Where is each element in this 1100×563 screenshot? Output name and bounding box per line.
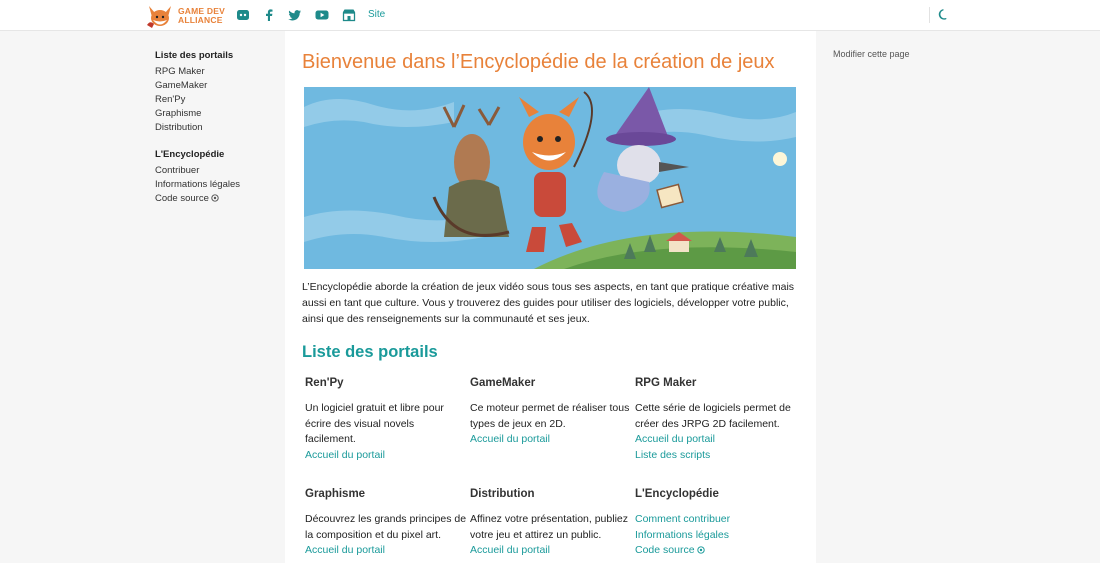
portal-title: Ren'Py <box>305 377 344 389</box>
youtube-icon[interactable] <box>315 8 329 22</box>
portal-link-code-source[interactable]: Code source <box>635 543 797 559</box>
fox-logo-icon <box>147 6 171 28</box>
portal-description: Affinez votre présentation, publiez votr… <box>470 513 628 541</box>
page-title: Bienvenue dans l’Encyclopédie de la créa… <box>302 51 775 73</box>
top-navbar: GAME DEV ALLIANCE Site <box>0 0 1100 31</box>
sidebar-item-rpg-maker[interactable]: RPG Maker <box>155 65 280 79</box>
portal-link-scripts[interactable]: Liste des scripts <box>635 448 797 464</box>
portal-title: GameMaker <box>470 377 536 389</box>
sidebar-heading-encyclopedie: L'Encyclopédie <box>155 149 225 160</box>
portal-link-code-source-label: Code source <box>635 544 695 556</box>
github-icon <box>211 194 219 202</box>
portal-title: Graphisme <box>305 488 366 500</box>
portal-link-accueil[interactable]: Accueil du portail <box>305 448 467 464</box>
logo-wordmark: GAME DEV ALLIANCE <box>178 7 225 25</box>
sidebar-item-distribution[interactable]: Distribution <box>155 121 280 135</box>
sidebar-item-gamemaker[interactable]: GameMaker <box>155 79 280 93</box>
sidebar-item-code-source-label: Code source <box>155 193 209 204</box>
sidebar-group-encyclopedie: L'Encyclopédie Contribuer Informations l… <box>155 149 280 206</box>
portal-title: Distribution <box>470 488 535 500</box>
header-divider <box>929 7 930 23</box>
portal-title: RPG Maker <box>635 377 697 389</box>
portal-card-distribution: Distribution Affinez votre présentation,… <box>470 488 632 559</box>
portal-link-accueil[interactable]: Accueil du portail <box>305 543 467 559</box>
portal-card-renpy: Ren'Py Un logiciel gratuit et libre pour… <box>305 377 467 463</box>
facebook-icon[interactable] <box>262 8 276 22</box>
site-link[interactable]: Site <box>368 9 385 20</box>
portal-description: Cette série de logiciels permet de créer… <box>635 402 791 430</box>
sidebar-item-informations-legales[interactable]: Informations légales <box>155 178 280 192</box>
sidebar-item-contribuer[interactable]: Contribuer <box>155 164 280 178</box>
sidebar-group-portails: Liste des portails RPG Maker GameMaker R… <box>155 50 280 135</box>
portal-card-rpg-maker: RPG Maker Cette série de logiciels perme… <box>635 377 797 463</box>
portal-link-accueil[interactable]: Accueil du portail <box>470 543 632 559</box>
sidebar-item-graphisme[interactable]: Graphisme <box>155 107 280 121</box>
portal-link-accueil[interactable]: Accueil du portail <box>635 432 797 448</box>
portal-description: Un logiciel gratuit et libre pour écrire… <box>305 402 444 445</box>
logo-line-2: ALLIANCE <box>178 15 223 25</box>
portal-link-comment-contribuer[interactable]: Comment contribuer <box>635 512 797 528</box>
portal-title: L'Encyclopédie <box>635 488 719 500</box>
site-logo[interactable]: GAME DEV ALLIANCE <box>146 3 225 29</box>
sidebar-item-code-source[interactable]: Code source <box>155 192 280 206</box>
section-title-portails: Liste des portails <box>302 343 438 361</box>
sidebar-heading-portails: Liste des portails <box>155 50 234 61</box>
portal-link-accueil[interactable]: Accueil du portail <box>470 432 632 448</box>
portal-card-graphisme: Graphisme Découvrez les grands principes… <box>305 488 467 559</box>
discord-icon[interactable] <box>236 8 250 22</box>
portal-card-gamemaker: GameMaker Ce moteur permet de réaliser t… <box>470 377 632 448</box>
portal-link-informations-legales[interactable]: Informations légales <box>635 528 797 544</box>
portal-description: Découvrez les grands principes de la com… <box>305 513 467 541</box>
intro-paragraph: L’Encyclopédie aborde la création de jeu… <box>302 281 795 325</box>
portal-description: Ce moteur permet de réaliser tous types … <box>470 402 630 430</box>
edit-page-link[interactable]: Modifier cette page <box>833 49 910 59</box>
sidebar-item-renpy[interactable]: Ren'Py <box>155 93 280 107</box>
portal-card-encyclopedie: L'Encyclopédie Comment contribuer Inform… <box>635 488 797 559</box>
twitter-icon[interactable] <box>288 8 302 22</box>
main-content: Bienvenue dans l’Encyclopédie de la créa… <box>285 31 816 563</box>
sidebar-nav: Liste des portails RPG Maker GameMaker R… <box>155 50 280 215</box>
store-icon[interactable] <box>342 8 356 22</box>
github-icon <box>696 546 705 554</box>
dark-mode-toggle-icon[interactable] <box>937 8 950 21</box>
hero-illustration <box>304 87 796 269</box>
